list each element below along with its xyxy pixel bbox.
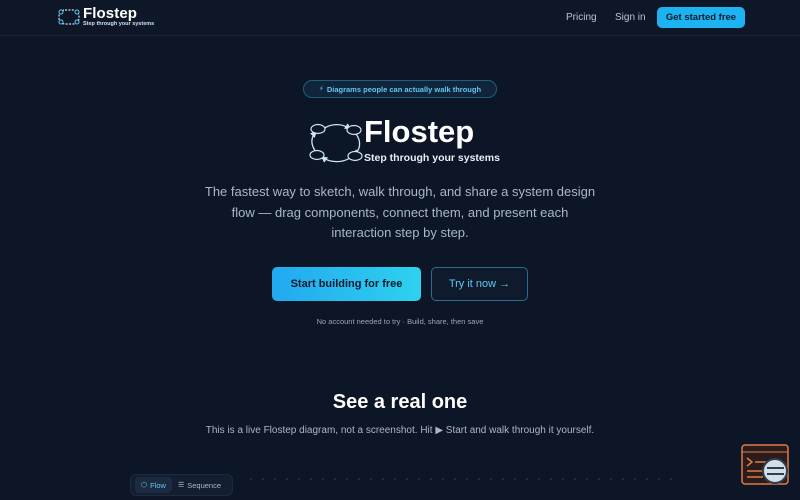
decor-dot <box>478 478 480 480</box>
decor-dot <box>394 478 396 480</box>
decor-dot <box>370 478 372 480</box>
decor-dot <box>598 478 600 480</box>
hero-product-name: Flostep <box>364 114 475 149</box>
decor-dot <box>526 478 528 480</box>
no-account-note: No account needed to try · Build, share,… <box>316 317 484 326</box>
decor-dot <box>334 478 336 480</box>
decor-dot <box>514 478 516 480</box>
decor-dot <box>382 478 384 480</box>
decor-dot <box>322 478 324 480</box>
decor-dot <box>538 478 540 480</box>
decor-dot <box>550 478 552 480</box>
feature-pill-text: Diagrams people can actually walk throug… <box>326 84 482 94</box>
tab-flow[interactable]: ⬡ Flow <box>135 477 172 493</box>
section-subtitle: This is a live Flostep diagram, not a sc… <box>205 425 595 436</box>
decor-dot <box>310 478 312 480</box>
flow-logo-icon <box>58 9 80 25</box>
decor-dot <box>274 478 276 480</box>
decor-dot <box>610 478 612 480</box>
decor-dot <box>442 478 444 480</box>
decor-dot <box>418 478 420 480</box>
decor-dot <box>502 478 504 480</box>
decor-dot <box>658 478 660 480</box>
decor-dot <box>634 478 636 480</box>
decor-dot <box>670 478 672 480</box>
decor-dot <box>622 478 624 480</box>
diagram-view-tabs: ⬡ Flow ☰ Sequence <box>130 474 233 496</box>
decor-dot <box>490 478 492 480</box>
tab-sequence-label: Sequence <box>187 480 222 490</box>
hero-tagline: Step through your systems <box>364 152 500 164</box>
decor-dot <box>250 478 252 480</box>
flow-cycle-logo-icon <box>309 123 363 163</box>
nav-link-pricing[interactable]: Pricing <box>566 12 597 23</box>
brand-tagline: Step through your systems <box>83 21 155 27</box>
tab-flow-label: Flow <box>150 480 166 490</box>
feature-pill: ⚡ Diagrams people can actually walk thro… <box>303 80 497 98</box>
get-started-button[interactable]: Get started free <box>657 7 745 28</box>
decor-dot <box>454 478 456 480</box>
decor-dot <box>298 478 300 480</box>
brand-logo[interactable]: Flostep Step through your systems <box>57 6 154 28</box>
decor-dot <box>358 478 360 480</box>
diagram-toolbar-dots <box>250 478 680 480</box>
list-icon: ☰ <box>177 482 185 489</box>
decor-dot <box>262 478 264 480</box>
section-title: See a real one <box>332 391 468 413</box>
decor-dot <box>466 478 468 480</box>
hero-description: The fastest way to sketch, walk through,… <box>204 184 596 240</box>
try-it-now-button[interactable]: Try it now → <box>431 267 528 301</box>
decor-dot <box>286 478 288 480</box>
start-building-button[interactable]: Start building for free <box>272 267 421 301</box>
brand-name: Flostep <box>83 5 138 22</box>
decor-dot <box>562 478 564 480</box>
tab-sequence[interactable]: ☰ Sequence <box>172 477 227 493</box>
decor-dot <box>430 478 432 480</box>
decor-dot <box>574 478 576 480</box>
hexagon-icon: ⬡ <box>141 482 148 489</box>
decor-dot <box>346 478 348 480</box>
decor-dot <box>406 478 408 480</box>
decor-dot <box>646 478 648 480</box>
nav-link-sign-in[interactable]: Sign in <box>615 12 646 23</box>
decor-dot <box>586 478 588 480</box>
help-chat-widget-icon[interactable] <box>741 444 791 488</box>
top-nav: Flostep Step through your systems Pricin… <box>0 0 800 36</box>
lightning-icon: ⚡ <box>318 86 324 93</box>
